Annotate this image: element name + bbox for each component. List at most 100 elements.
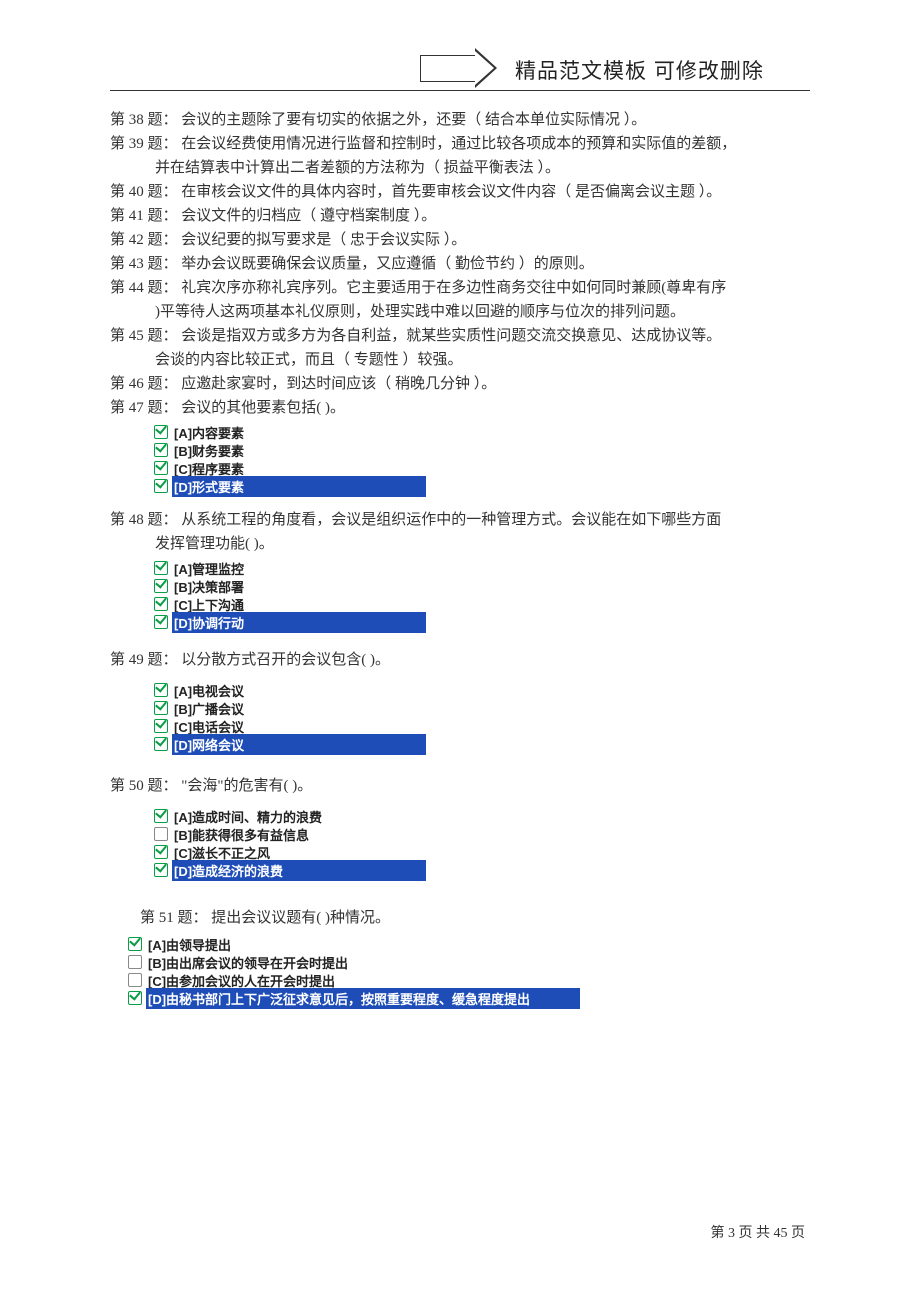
q47-opt-a[interactable]: [A]内容要素 xyxy=(154,423,810,441)
q49-options: [A]电视会议 [B]广播会议 [C]电话会议 [D]网络会议 xyxy=(154,681,810,753)
question-51: 第 51 题： 提出会议议题有( )种情况。 xyxy=(140,907,810,929)
q-label: 第 39 题： xyxy=(110,136,178,152)
q51-opt-c[interactable]: [C]由参加会议的人在开会时提出 xyxy=(128,971,810,989)
question-45-cont: 会谈的内容比较正式，而且（ 专题性 ）较强。 xyxy=(110,349,810,371)
q-text: "会海"的危害有( )。 xyxy=(181,778,312,794)
q-text: 会议文件的归档应（ 遵守档案制度 ）。 xyxy=(181,208,436,224)
q48-options: [A]管理监控 [B]决策部署 [C]上下沟通 [D]协调行动 xyxy=(154,559,810,631)
question-43: 第 43 题： 举办会议既要确保会议质量，又应遵循（ 勤俭节约 ）的原则。 xyxy=(110,253,810,275)
question-48-cont: 发挥管理功能( )。 xyxy=(110,533,810,555)
q-text: 在会议经费使用情况进行监督和控制时，通过比较各项成本的预算和实际值的差额， xyxy=(181,136,736,152)
q51-opt-a[interactable]: [A]由领导提出 xyxy=(128,935,810,953)
q-label: 第 51 题： xyxy=(140,910,208,926)
q-label: 第 47 题： xyxy=(110,400,178,416)
q-text: 提出会议议题有( )种情况。 xyxy=(211,910,390,926)
header-title: 精品范文模板 可修改删除 xyxy=(515,55,764,85)
q47-opt-b[interactable]: [B]财务要素 xyxy=(154,441,810,459)
q51-opt-b[interactable]: [B]由出席会议的领导在开会时提出 xyxy=(128,953,810,971)
q-text: 会议的其他要素包括( )。 xyxy=(181,400,345,416)
q-text: 应邀赴家宴时，到达时间应该（ 稍晚几分钟 ）。 xyxy=(181,376,496,392)
checkbox-icon xyxy=(154,615,168,629)
checkbox-icon xyxy=(154,809,168,823)
question-46: 第 46 题： 应邀赴家宴时，到达时间应该（ 稍晚几分钟 ）。 xyxy=(110,373,810,395)
checkbox-icon xyxy=(128,955,142,969)
option-label: [D]网络会议 xyxy=(172,734,426,755)
checkbox-icon xyxy=(154,443,168,457)
question-47: 第 47 题： 会议的其他要素包括( )。 xyxy=(110,397,810,419)
checkbox-icon xyxy=(154,479,168,493)
q-label: 第 38 题： xyxy=(110,112,178,128)
checkbox-icon xyxy=(154,561,168,575)
question-45: 第 45 题： 会谈是指双方或多方为各自利益，就某些实质性问题交流交换意见、达成… xyxy=(110,325,810,347)
checkbox-icon xyxy=(154,827,168,841)
checkbox-icon xyxy=(154,737,168,751)
q-label: 第 41 题： xyxy=(110,208,178,224)
q50-opt-d[interactable]: [D]造成经济的浪费 xyxy=(154,861,810,879)
q-text: 礼宾次序亦称礼宾序列。它主要适用于在多边性商务交往中如何同时兼顾(尊卑有序 xyxy=(181,280,726,296)
q-text: 在审核会议文件的具体内容时，首先要审核会议文件内容（ 是否偏离会议主题 ）。 xyxy=(181,184,721,200)
option-label: [D]协调行动 xyxy=(172,612,426,633)
q-label: 第 45 题： xyxy=(110,328,178,344)
checkbox-icon xyxy=(154,845,168,859)
q-text: 会议纪要的拟写要求是（ 忠于会议实际 ）。 xyxy=(181,232,466,248)
q48-opt-c[interactable]: [C]上下沟通 xyxy=(154,595,810,613)
checkbox-icon xyxy=(154,597,168,611)
option-label: [D]造成经济的浪费 xyxy=(172,860,426,881)
q48-opt-b[interactable]: [B]决策部署 xyxy=(154,577,810,595)
question-42: 第 42 题： 会议纪要的拟写要求是（ 忠于会议实际 ）。 xyxy=(110,229,810,251)
q-label: 第 42 题： xyxy=(110,232,178,248)
q47-options: [A]内容要素 [B]财务要素 [C]程序要素 [D]形式要素 xyxy=(154,423,810,495)
checkbox-icon xyxy=(154,425,168,439)
q-label: 第 50 题： xyxy=(110,778,178,794)
checkbox-icon xyxy=(154,461,168,475)
option-label: [D]形式要素 xyxy=(172,476,426,497)
question-38: 第 38 题： 会议的主题除了要有切实的依据之外，还要（ 结合本单位实际情况 ）… xyxy=(110,109,810,131)
option-label: [D]由秘书部门上下广泛征求意见后，按照重要程度、缓急程度提出 xyxy=(146,988,580,1009)
q-label: 第 43 题： xyxy=(110,256,178,272)
q48-opt-a[interactable]: [A]管理监控 xyxy=(154,559,810,577)
document-page: 精品范文模板 可修改删除 第 38 题： 会议的主题除了要有切实的依据之外，还要… xyxy=(0,0,920,1081)
checkbox-icon xyxy=(154,719,168,733)
question-44-cont: )平等待人这两项基本礼仪原则，处理实践中难以回避的顺序与位次的排列问题。 xyxy=(110,301,810,323)
question-40: 第 40 题： 在审核会议文件的具体内容时，首先要审核会议文件内容（ 是否偏离会… xyxy=(110,181,810,203)
q47-opt-d[interactable]: [D]形式要素 xyxy=(154,477,810,495)
q50-options: [A]造成时间、精力的浪费 [B]能获得很多有益信息 [C]滋长不正之风 [D]… xyxy=(154,807,810,879)
q50-opt-a[interactable]: [A]造成时间、精力的浪费 xyxy=(154,807,810,825)
q47-opt-c[interactable]: [C]程序要素 xyxy=(154,459,810,477)
q-text: 从系统工程的角度看，会议是组织运作中的一种管理方式。会议能在如下哪些方面 xyxy=(181,512,721,528)
question-44: 第 44 题： 礼宾次序亦称礼宾序列。它主要适用于在多边性商务交往中如何同时兼顾… xyxy=(110,277,810,299)
q-label: 第 49 题： xyxy=(110,652,178,668)
q49-opt-b[interactable]: [B]广播会议 xyxy=(154,699,810,717)
arrow-head-icon xyxy=(475,48,497,88)
checkbox-icon xyxy=(154,683,168,697)
q51-opt-d[interactable]: [D]由秘书部门上下广泛征求意见后，按照重要程度、缓急程度提出 xyxy=(128,989,810,1007)
q51-block: 第 51 题： 提出会议议题有( )种情况。 xyxy=(140,907,810,929)
arrow-icon xyxy=(420,55,476,82)
q49-opt-d[interactable]: [D]网络会议 xyxy=(154,735,810,753)
question-39-cont: 并在结算表中计算出二者差额的方法称为（ 损益平衡表法 ）。 xyxy=(110,157,810,179)
checkbox-icon xyxy=(128,937,142,951)
question-50: 第 50 题： "会海"的危害有( )。 xyxy=(110,775,810,797)
question-48: 第 48 题： 从系统工程的角度看，会议是组织运作中的一种管理方式。会议能在如下… xyxy=(110,509,810,531)
q-text: 会谈是指双方或多方为各自利益，就某些实质性问题交流交换意见、达成协议等。 xyxy=(181,328,721,344)
q51-options: [A]由领导提出 [B]由出席会议的领导在开会时提出 [C]由参加会议的人在开会… xyxy=(128,935,810,1007)
page-header: 精品范文模板 可修改删除 xyxy=(110,50,810,91)
q48-opt-d[interactable]: [D]协调行动 xyxy=(154,613,810,631)
checkbox-icon xyxy=(128,991,142,1005)
q-text: 会议的主题除了要有切实的依据之外，还要（ 结合本单位实际情况 ）。 xyxy=(181,112,646,128)
page-footer: 第 3 页 共 45 页 xyxy=(711,1222,806,1242)
q-label: 第 48 题： xyxy=(110,512,178,528)
q50-opt-b[interactable]: [B]能获得很多有益信息 xyxy=(154,825,810,843)
q49-opt-c[interactable]: [C]电话会议 xyxy=(154,717,810,735)
q-label: 第 46 题： xyxy=(110,376,178,392)
q-label: 第 40 题： xyxy=(110,184,178,200)
question-49: 第 49 题： 以分散方式召开的会议包含( )。 xyxy=(110,649,810,671)
checkbox-icon xyxy=(128,973,142,987)
q49-opt-a[interactable]: [A]电视会议 xyxy=(154,681,810,699)
checkbox-icon xyxy=(154,701,168,715)
q50-opt-c[interactable]: [C]滋长不正之风 xyxy=(154,843,810,861)
q-label: 第 44 题： xyxy=(110,280,178,296)
q-text: 举办会议既要确保会议质量，又应遵循（ 勤俭节约 ）的原则。 xyxy=(181,256,594,272)
q-text: 以分散方式召开的会议包含( )。 xyxy=(181,652,390,668)
checkbox-icon xyxy=(154,863,168,877)
